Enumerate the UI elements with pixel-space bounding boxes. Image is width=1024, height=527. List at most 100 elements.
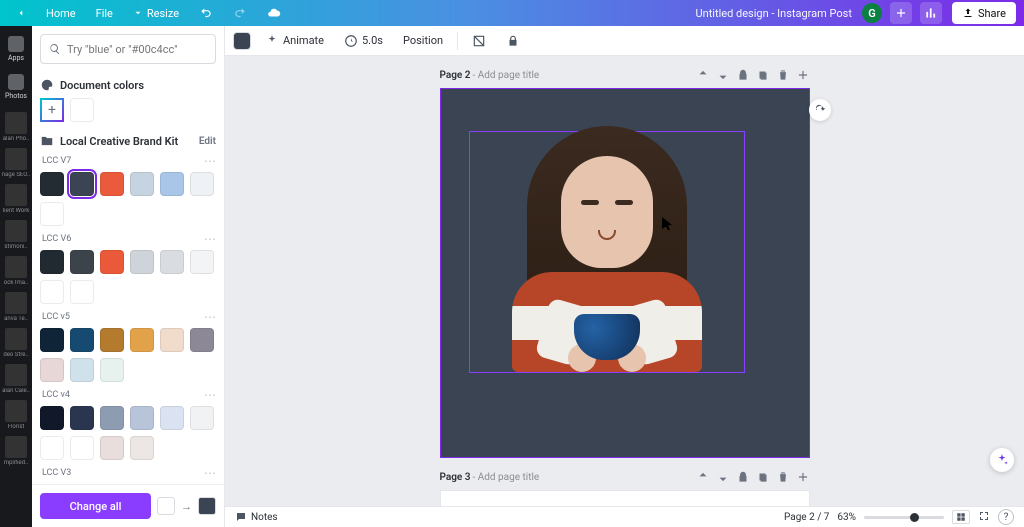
editor-stage[interactable]: Page 2 - Add page title [225, 56, 1024, 506]
transparency-button[interactable] [466, 31, 492, 51]
color-swatch[interactable] [130, 250, 154, 274]
grid-view-button[interactable] [952, 510, 970, 524]
color-swatch[interactable] [100, 406, 124, 430]
user-avatar[interactable]: G [862, 3, 882, 23]
rail-thumb[interactable]: stimoni.. [2, 214, 31, 250]
more-icon[interactable]: ⋯ [204, 466, 216, 480]
color-swatch[interactable] [160, 172, 184, 196]
color-swatch[interactable] [190, 250, 214, 274]
color-swatch[interactable] [70, 358, 94, 382]
duplicate-page-icon[interactable] [756, 470, 770, 484]
animate-button[interactable]: Animate [259, 31, 330, 51]
more-icon[interactable]: ⋯ [204, 154, 216, 168]
color-swatch[interactable] [40, 328, 64, 352]
color-swatch[interactable] [130, 406, 154, 430]
color-swatch[interactable] [70, 436, 94, 460]
selected-image[interactable] [469, 131, 745, 373]
page-3-title-hint[interactable]: - Add page title [473, 472, 540, 483]
insights-button[interactable] [920, 2, 942, 24]
page-3-artboard[interactable] [440, 490, 810, 506]
move-down-icon[interactable] [716, 470, 730, 484]
color-search[interactable] [40, 34, 216, 64]
color-swatch[interactable] [70, 280, 94, 304]
move-up-icon[interactable] [696, 68, 710, 82]
color-swatch[interactable] [100, 358, 124, 382]
file-menu[interactable]: File [88, 4, 121, 23]
page-2-title-hint[interactable]: - Add page title [473, 70, 540, 81]
color-swatch[interactable] [190, 406, 214, 430]
more-icon[interactable]: ⋯ [204, 388, 216, 402]
notes-button[interactable]: Notes [235, 511, 278, 523]
duration-button[interactable]: 5.0s [338, 31, 389, 51]
assistant-fab[interactable] [990, 448, 1014, 472]
color-swatch[interactable] [160, 328, 184, 352]
rail-thumb[interactable]: mplified.. [2, 430, 31, 466]
add-collaborator-button[interactable] [890, 2, 912, 24]
move-up-icon[interactable] [696, 470, 710, 484]
color-swatch[interactable] [190, 328, 214, 352]
zoom-value[interactable]: 63% [837, 512, 856, 523]
rail-thumb[interactable]: nage SEO.. [2, 142, 31, 178]
rail-photos[interactable]: Photos [0, 68, 32, 106]
add-page-icon[interactable] [796, 68, 810, 82]
document-title[interactable]: Untitled design - Instagram Post [696, 7, 852, 20]
search-input[interactable] [67, 43, 207, 56]
fullscreen-button[interactable] [978, 510, 990, 525]
move-down-icon[interactable] [716, 68, 730, 82]
color-swatch[interactable] [70, 172, 94, 196]
brand-kit-edit[interactable]: Edit [199, 136, 216, 147]
color-swatch[interactable] [40, 280, 64, 304]
lock-page-icon[interactable] [736, 470, 750, 484]
color-swatch[interactable] [40, 250, 64, 274]
fill-color-swatch[interactable] [233, 32, 251, 50]
redo-button[interactable] [225, 3, 255, 23]
color-swatch[interactable] [160, 406, 184, 430]
add-page-icon[interactable] [796, 470, 810, 484]
rail-thumb[interactable]: alan Pho.. [2, 106, 31, 142]
rail-apps[interactable]: Apps [0, 30, 32, 68]
color-swatch[interactable] [130, 172, 154, 196]
more-icon[interactable]: ⋯ [204, 232, 216, 246]
delete-page-icon[interactable] [776, 68, 790, 82]
color-swatch[interactable] [130, 436, 154, 460]
rail-thumb[interactable]: anva Te.. [2, 286, 31, 322]
color-swatch[interactable] [70, 250, 94, 274]
add-color-button[interactable]: + [40, 98, 64, 122]
rail-thumb[interactable]: ock Ima.. [2, 250, 31, 286]
color-swatch[interactable] [130, 328, 154, 352]
back-button[interactable] [8, 5, 34, 21]
color-swatch[interactable] [40, 202, 64, 226]
color-swatch[interactable] [70, 98, 94, 122]
color-swatch[interactable] [40, 436, 64, 460]
lock-button[interactable] [500, 31, 526, 51]
rail-thumb[interactable]: Florist [2, 394, 31, 430]
color-swatch[interactable] [100, 328, 124, 352]
resize-menu[interactable]: Resize [125, 4, 187, 23]
undo-button[interactable] [191, 3, 221, 23]
regenerate-button[interactable] [809, 99, 831, 121]
color-swatch[interactable] [100, 436, 124, 460]
rail-thumb[interactable]: alan Cale.. [2, 358, 31, 394]
zoom-slider[interactable] [864, 516, 944, 519]
rail-thumb[interactable]: deo Stre.. [2, 322, 31, 358]
delete-page-icon[interactable] [776, 470, 790, 484]
color-swatch[interactable] [190, 172, 214, 196]
help-button[interactable]: ? [998, 509, 1014, 525]
color-swatch[interactable] [40, 358, 64, 382]
more-icon[interactable]: ⋯ [204, 310, 216, 324]
page-2-artboard[interactable] [440, 88, 810, 458]
cloud-status[interactable] [259, 3, 289, 23]
color-swatch[interactable] [70, 406, 94, 430]
color-swatch[interactable] [70, 328, 94, 352]
rail-thumb[interactable]: lient Work [2, 178, 31, 214]
page-indicator[interactable]: Page 2 / 7 [784, 512, 829, 523]
color-swatch[interactable] [100, 250, 124, 274]
zoom-thumb[interactable] [910, 513, 919, 522]
change-all-button[interactable]: Change all [40, 493, 151, 519]
home-button[interactable]: Home [38, 4, 84, 23]
duplicate-page-icon[interactable] [756, 68, 770, 82]
color-swatch[interactable] [160, 250, 184, 274]
lock-page-icon[interactable] [736, 68, 750, 82]
position-button[interactable]: Position [397, 31, 449, 50]
color-swatch[interactable] [40, 172, 64, 196]
